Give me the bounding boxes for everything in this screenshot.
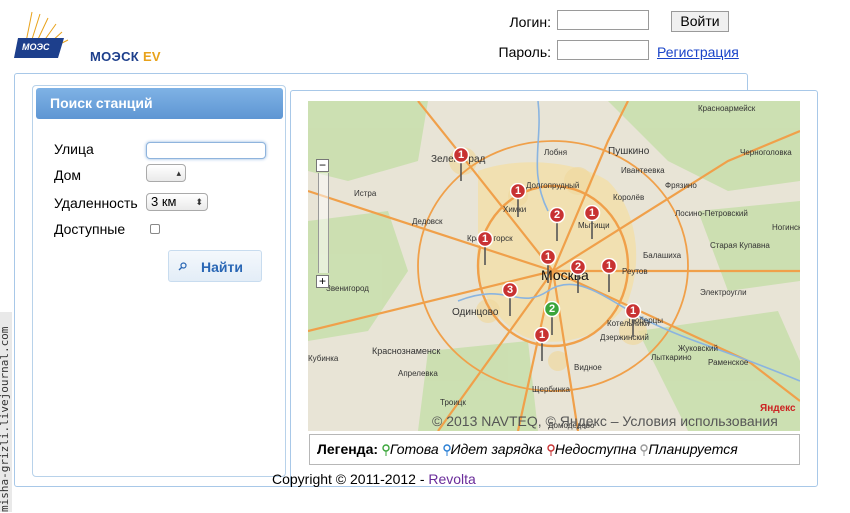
station-marker[interactable]: 3 — [501, 281, 522, 316]
revolta-link[interactable]: Revolta — [428, 471, 475, 487]
available-checkbox[interactable] — [150, 224, 160, 234]
pin-ready-icon — [382, 444, 390, 456]
marker-count: 2 — [548, 303, 556, 315]
station-marker[interactable]: 1 — [539, 248, 560, 283]
logo-suffix: EV — [142, 49, 161, 64]
legend-title: Легенда: — [317, 441, 379, 457]
city-label: Истрa — [354, 189, 377, 198]
distance-select[interactable]: 3 км ⬍ — [146, 193, 208, 211]
password-input[interactable] — [557, 40, 649, 60]
city-label: Одинцово — [452, 307, 499, 318]
map-legend: Легенда: Готова Идет зарядка Недоступна … — [309, 434, 800, 465]
city-label: Троицк — [440, 398, 466, 407]
city-label: Щербинка — [532, 385, 570, 394]
city-label: Дедовск — [412, 217, 443, 226]
city-label: Раменское — [708, 358, 749, 367]
distance-label: Удаленность — [54, 195, 138, 211]
city-label: Электроугли — [700, 288, 747, 297]
city-label: Ивантеевка — [621, 166, 665, 175]
city-label: Королёв — [613, 193, 645, 202]
marker-count: 1 — [457, 149, 465, 161]
city-label: Лыткарино — [651, 353, 692, 362]
footer-copyright: Copyright © 2011-2012 - Revolta — [272, 471, 476, 487]
city-label: Старая Купавна — [710, 241, 770, 250]
copyright-text: Copyright © 2011-2012 - — [272, 471, 429, 487]
station-marker[interactable]: 1 — [624, 302, 645, 337]
marker-count: 1 — [629, 305, 637, 317]
legend-ready: Готова — [389, 441, 439, 457]
city-label: Видное — [574, 363, 602, 372]
search-icon — [178, 262, 187, 271]
zoom-out-button[interactable]: − — [316, 159, 329, 172]
legend-unavailable: Недоступна — [554, 441, 637, 457]
house-select[interactable]: ▴ — [146, 164, 186, 182]
available-label: Доступные — [54, 221, 126, 237]
house-label: Дом — [54, 167, 82, 183]
pin-charging-icon — [442, 444, 451, 456]
stepper-icon: ▴ — [176, 168, 181, 178]
stepper-icon: ⬍ — [195, 197, 203, 207]
find-button[interactable]: Найти — [168, 250, 262, 282]
city-label: Долгопрудный — [526, 181, 580, 190]
street-input[interactable] — [146, 142, 266, 159]
marker-count: 1 — [481, 233, 489, 245]
password-label: Пароль: — [498, 44, 551, 60]
legend-planned: Планируется — [648, 441, 738, 457]
map-copyright[interactable]: © 2013 NAVTEQ, © Яндекс – Условия исполь… — [432, 413, 778, 429]
legend-charging: Идет зарядка — [450, 441, 543, 457]
marker-count: 1 — [544, 251, 552, 263]
marker-count: 2 — [553, 209, 561, 221]
street-label: Улица — [54, 141, 94, 157]
station-marker[interactable]: 1 — [509, 182, 530, 217]
city-label: Реутов — [622, 267, 648, 276]
marker-count: 3 — [506, 284, 514, 296]
station-marker[interactable]: 1 — [452, 146, 473, 181]
register-link[interactable]: Регистрация — [657, 44, 739, 60]
city-label: Балашиха — [643, 251, 682, 260]
city-label: Фрязино — [665, 181, 697, 190]
marker-count: 1 — [588, 207, 596, 219]
zoom-slider[interactable] — [318, 173, 329, 273]
marker-count: 2 — [574, 261, 582, 273]
map[interactable]: Истрa Зеленоград Долгопрудный Химки Лобн… — [308, 101, 800, 431]
city-label: Апрелевка — [398, 369, 438, 378]
logo-brand: МОЭСК — [90, 49, 140, 64]
marker-count: 1 — [538, 329, 546, 341]
city-label: Ногинск — [772, 223, 800, 232]
station-marker[interactable]: 2 — [548, 206, 569, 241]
station-marker[interactable]: 2 — [569, 258, 590, 293]
pin-unavailable-icon — [547, 444, 555, 456]
station-marker[interactable]: 1 — [533, 326, 554, 361]
city-label: Красноармейск — [698, 104, 756, 113]
city-label: Звенигород — [326, 284, 369, 293]
logo-badge: МОЭС — [22, 42, 50, 52]
station-marker[interactable]: 1 — [476, 230, 497, 265]
city-label: Лосино-Петровский — [675, 209, 748, 218]
login-input[interactable] — [557, 10, 649, 30]
city-label: Черноголовка — [740, 148, 792, 157]
city-label: Краснознаменск — [372, 346, 441, 356]
city-label: Жуковский — [678, 344, 718, 353]
city-label: Пушкино — [608, 146, 650, 157]
zoom-in-button[interactable]: + — [316, 275, 329, 288]
watermark-text: misha-grizli.livejournal.com — [0, 312, 12, 512]
distance-value: 3 км — [151, 194, 177, 209]
login-label: Логин: — [509, 14, 551, 30]
city-label: Лобня — [544, 148, 568, 157]
map-brand-logo[interactable]: Яндекс — [760, 403, 796, 414]
marker-count: 1 — [514, 185, 522, 197]
city-label: Кубинка — [308, 354, 339, 363]
search-panel-title: Поиск станций — [36, 88, 283, 119]
find-button-label: Найти — [201, 259, 243, 275]
marker-count: 1 — [605, 260, 613, 272]
station-marker[interactable]: 1 — [600, 257, 621, 292]
login-button[interactable]: Войти — [671, 11, 729, 32]
station-marker[interactable]: 1 — [583, 204, 604, 239]
logo-text: МОЭСК EV — [90, 49, 161, 64]
